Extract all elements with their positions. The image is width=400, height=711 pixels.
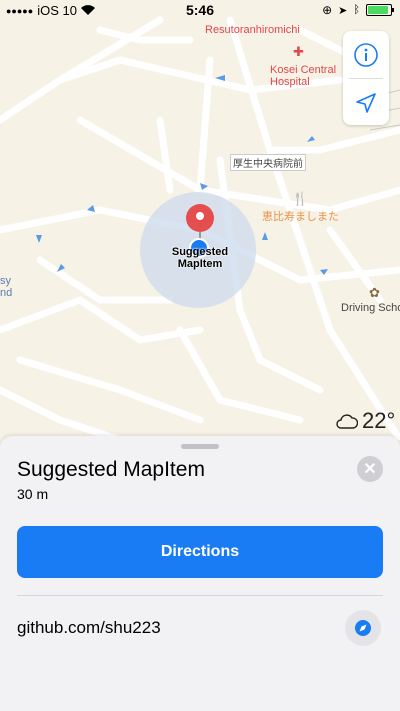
map-label-driving-school: Driving Scho	[341, 302, 400, 314]
place-card: Suggested MapItem 30 m ✕ Directions gith…	[0, 436, 400, 711]
temperature: 22°	[362, 408, 396, 433]
sheet-grabber[interactable]	[181, 444, 219, 449]
tracking-button[interactable]	[343, 79, 389, 126]
pin-label-line1: Suggested	[171, 246, 229, 258]
hospital-name-line1: Kosei Central	[270, 64, 337, 76]
website-link[interactable]: github.com/shu223	[17, 618, 161, 638]
close-button[interactable]: ✕	[357, 456, 383, 482]
info-button[interactable]	[343, 31, 389, 78]
map-label-resutoran: Resutoranhiromichi	[205, 24, 300, 36]
location-lock-icon: ⊕	[322, 3, 333, 17]
compass-icon	[355, 620, 371, 636]
map-roads	[0, 16, 400, 440]
open-safari-button[interactable]	[345, 610, 381, 646]
hospital-name-line2: Hospital	[270, 76, 310, 88]
map-view[interactable]: Resutoranhiromichi ✚ Kosei Central Hospi…	[0, 0, 400, 440]
map-controls	[343, 31, 389, 125]
close-icon: ✕	[363, 461, 377, 478]
map-label-hospital: Kosei Central Hospital	[270, 64, 336, 88]
status-bar: ●●●●● iOS 10 5:46 ⊕ ➤ ᛒ	[0, 0, 400, 20]
location-arrow-icon: ➤	[338, 4, 348, 17]
bluetooth-icon: ᛒ	[353, 4, 360, 16]
directions-button[interactable]: Directions	[17, 526, 383, 578]
driving-school-icon: ✿	[369, 285, 380, 300]
restaurant-icon: 🍴	[292, 191, 309, 206]
place-title: Suggested MapItem	[17, 458, 205, 481]
map-label-left-1: sy	[0, 275, 11, 287]
info-icon	[354, 42, 378, 67]
hospital-icon: ✚	[293, 44, 304, 59]
place-distance: 30 m	[17, 486, 49, 502]
pin-label-line2: MapItem	[177, 258, 223, 270]
battery-icon	[366, 4, 394, 16]
location-tracking-icon	[356, 92, 376, 113]
divider	[17, 595, 383, 596]
map-label-restaurant: 恵比寿ましまた	[262, 211, 339, 223]
map-label-bus-stop: 厚生中央病院前	[230, 154, 306, 171]
map-label-left-2: nd	[0, 287, 13, 299]
weather-badge: 22°	[336, 408, 395, 434]
cloud-icon	[336, 414, 358, 429]
pin-label[interactable]: Suggested MapItem	[160, 246, 240, 270]
